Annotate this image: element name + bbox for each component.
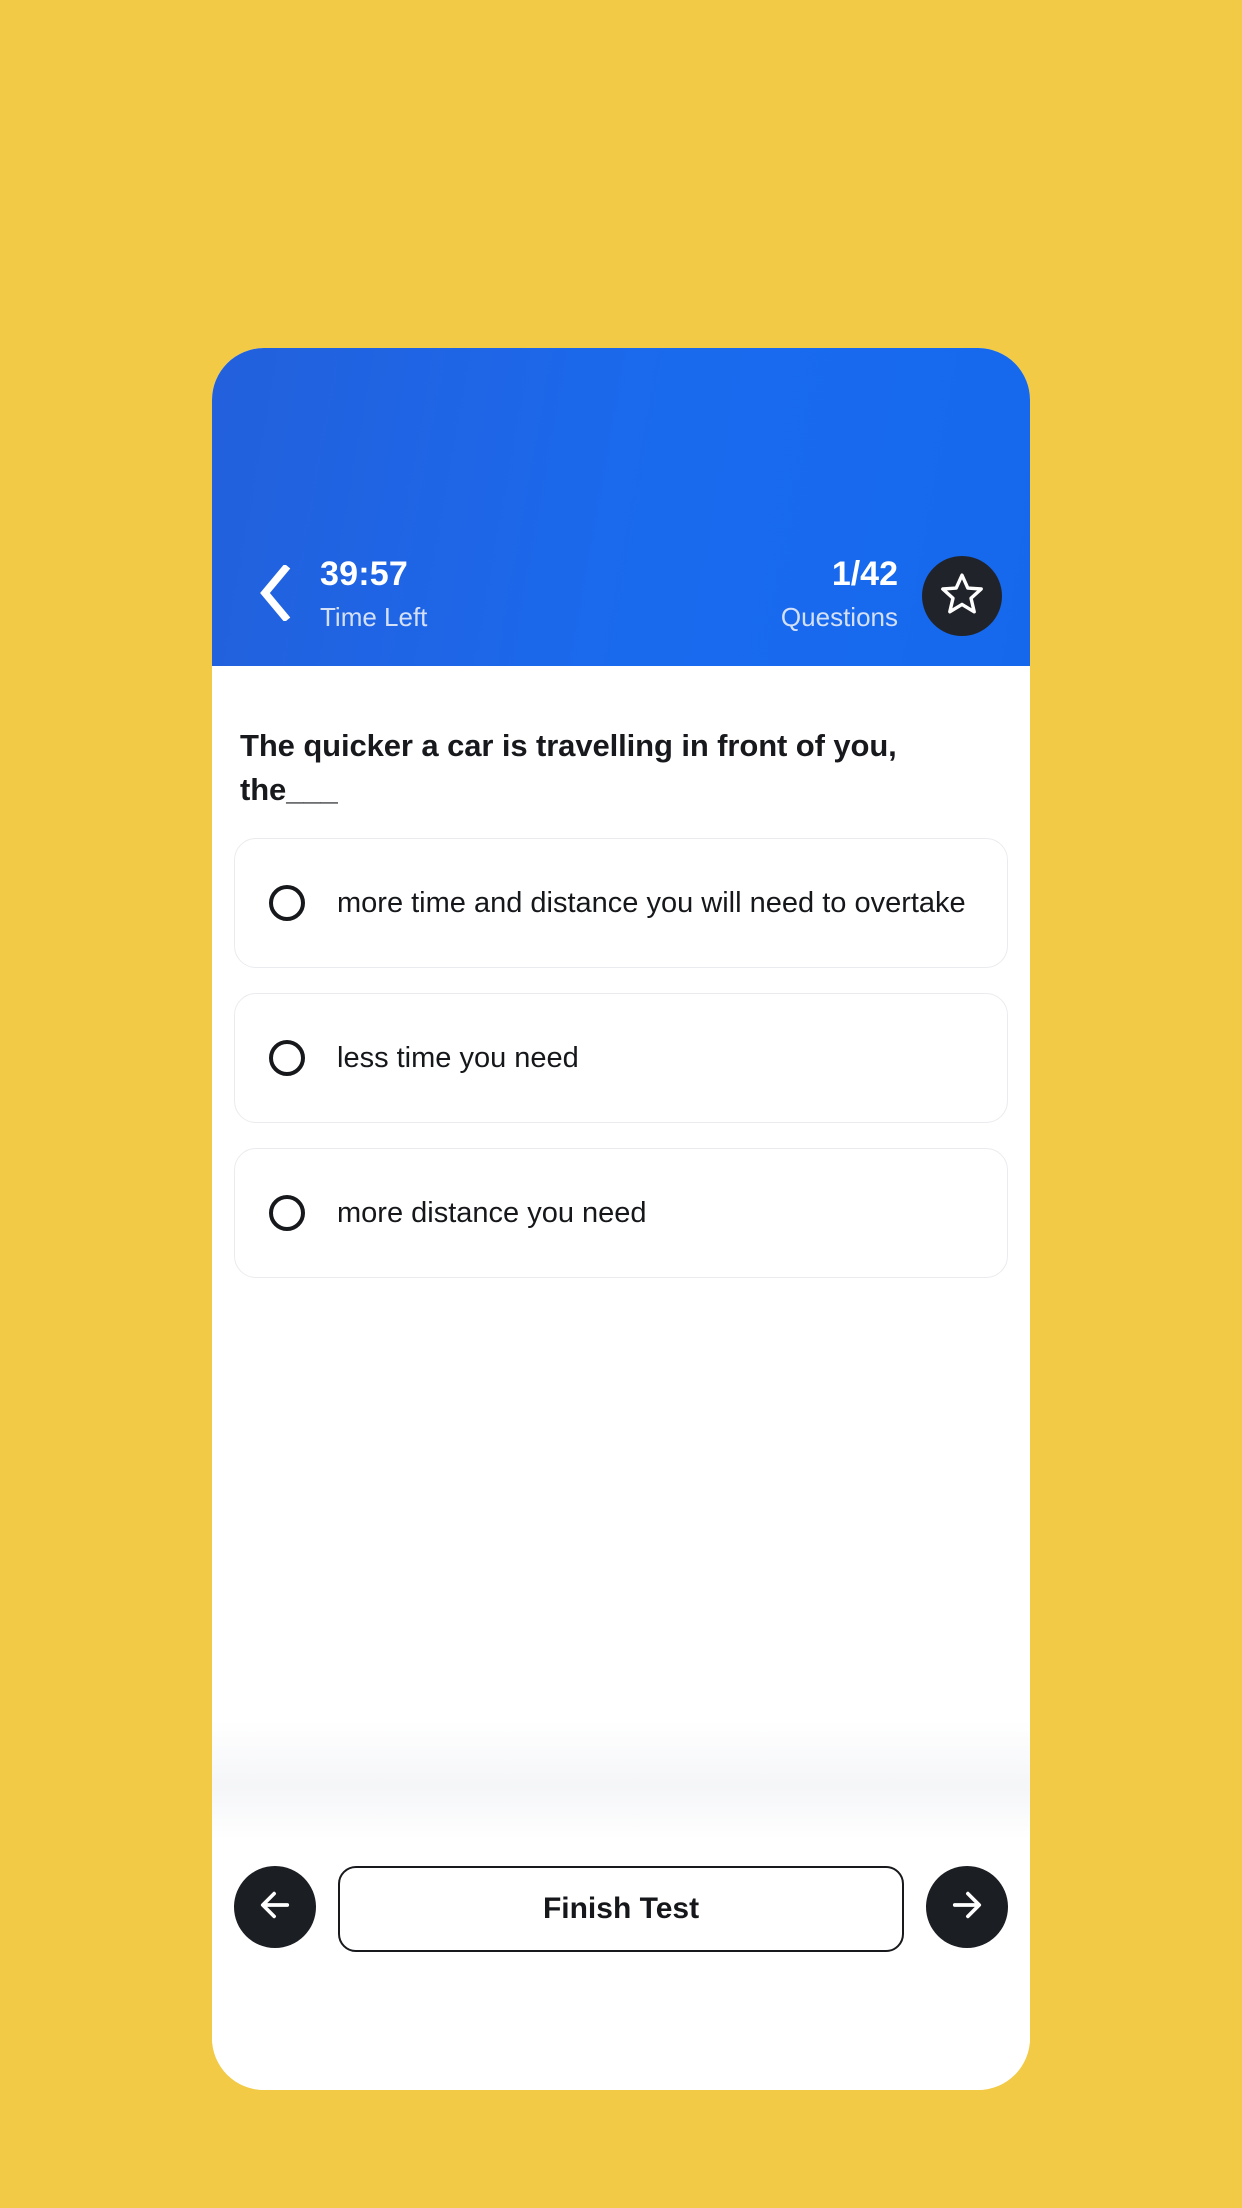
timer-value: 39:57: [320, 555, 408, 593]
questions-counter-label: Questions: [780, 602, 898, 632]
next-question-button[interactable]: [926, 1866, 1008, 1948]
back-button[interactable]: [240, 556, 310, 630]
answer-options-list: more time and distance you will need to …: [234, 838, 1008, 1279]
questions-counter-block: 1/42 Questions: [781, 557, 898, 630]
answer-option-label: less time you need: [337, 1042, 579, 1075]
answer-option-3[interactable]: more distance you need: [234, 1148, 1008, 1279]
question-scroll-area[interactable]: The quicker a car is travelling in front…: [212, 666, 1030, 1840]
chevron-left-icon: [258, 565, 292, 621]
quiz-header: 39:57 Time Left 1/42 Questions: [212, 348, 1030, 666]
quiz-footer: Finish Test: [212, 1840, 1030, 2090]
answer-option-label: more distance you need: [337, 1197, 647, 1230]
answer-option-1[interactable]: more time and distance you will need to …: [234, 838, 1008, 969]
question-text: The quicker a car is travelling in front…: [240, 728, 897, 808]
timer-label: Time Left: [320, 602, 428, 632]
phone-screen-card: 39:57 Time Left 1/42 Questions The quick…: [212, 348, 1030, 2090]
arrow-left-icon: [254, 1884, 296, 1931]
star-outline-icon: [938, 570, 986, 623]
scroll-fade-overlay: [212, 1720, 1030, 1840]
answer-option-label: more time and distance you will need to …: [337, 887, 966, 920]
bookmark-button[interactable]: [922, 556, 1002, 636]
questions-counter-value: 1/42: [831, 555, 898, 593]
finish-test-button[interactable]: Finish Test: [338, 1866, 904, 1952]
previous-question-button[interactable]: [234, 1866, 316, 1948]
radio-circle-icon[interactable]: [269, 885, 305, 922]
arrow-right-icon: [946, 1884, 988, 1931]
answer-option-2[interactable]: less time you need: [234, 993, 1008, 1124]
radio-circle-icon[interactable]: [269, 1040, 305, 1077]
radio-circle-icon[interactable]: [269, 1195, 305, 1232]
timer-block: 39:57 Time Left: [320, 557, 427, 630]
